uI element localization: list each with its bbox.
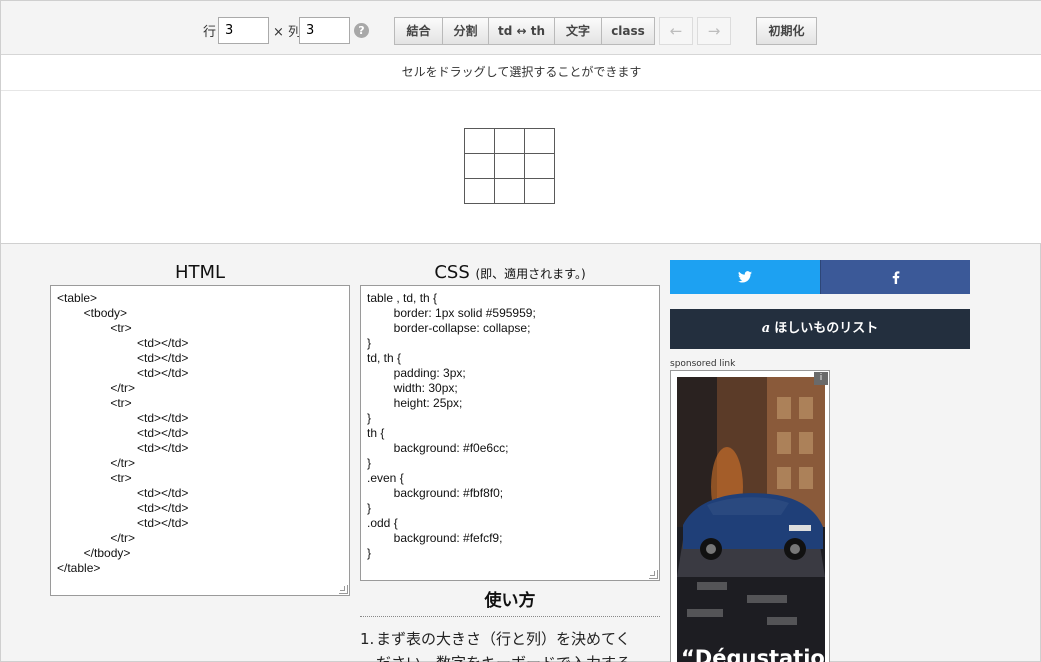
grid-row xyxy=(464,128,555,154)
code-line: </tr> xyxy=(57,531,136,545)
grid-row xyxy=(464,178,555,204)
rows-input[interactable] xyxy=(218,17,269,44)
code-line: <td></td> xyxy=(57,486,189,500)
code-line: border: 1px solid #595959; xyxy=(367,306,536,320)
grid-cell[interactable] xyxy=(524,128,555,154)
help-icon[interactable]: ? xyxy=(354,23,369,38)
code-line: table , td, th { xyxy=(367,291,438,305)
td-th-toggle-button[interactable]: td ↔ th xyxy=(488,17,555,45)
code-line: } xyxy=(367,411,372,425)
code-line: <table> xyxy=(57,291,98,305)
resize-grip-icon[interactable] xyxy=(649,570,658,579)
usage-item-continued: ださい。数字をキーボードで入力する xyxy=(360,651,660,662)
usage-divider xyxy=(360,616,660,617)
sponsored-label: sponsored link xyxy=(670,359,736,369)
code-line: <td></td> xyxy=(57,441,189,455)
text-button[interactable]: 文字 xyxy=(554,17,602,45)
code-line: <td></td> xyxy=(57,516,189,530)
cols-input[interactable] xyxy=(299,17,350,44)
ad-caption: “Dégustation xyxy=(681,646,825,662)
ad-image[interactable]: “Dégustation xyxy=(677,377,825,662)
resize-grip-icon[interactable] xyxy=(339,585,348,594)
code-line: background: #f0e6cc; xyxy=(367,441,509,455)
grid-cell[interactable] xyxy=(464,153,495,179)
code-line: <tr> xyxy=(57,396,132,410)
code-line: </tbody> xyxy=(57,546,131,560)
twitter-share-button[interactable] xyxy=(670,260,820,294)
grid-cell[interactable] xyxy=(524,178,555,204)
grid-cell[interactable] xyxy=(494,128,525,154)
code-line: <tr> xyxy=(57,321,132,335)
grid-cell[interactable] xyxy=(464,178,495,204)
code-line: <td></td> xyxy=(57,351,189,365)
html-code-lines: <table> <tbody> <tr> <td></td> <td></td>… xyxy=(57,291,343,576)
code-line: .even { xyxy=(367,471,404,485)
css-panel-title: CSS (即、適用されます。) xyxy=(360,262,660,283)
code-line: </table> xyxy=(57,561,101,575)
ad-artwork xyxy=(677,377,825,662)
css-title-text: CSS xyxy=(434,262,470,283)
merge-button[interactable]: 結合 xyxy=(394,17,443,45)
usage-heading: 使い方 xyxy=(484,591,536,611)
css-code-lines: table , td, th { border: 1px solid #5959… xyxy=(367,291,653,561)
wishlist-label: ほしいものリスト xyxy=(774,321,879,336)
grid-row xyxy=(464,153,555,179)
ad-info-icon[interactable]: i xyxy=(814,372,828,385)
amazon-icon: a xyxy=(761,321,771,336)
usage-item-line: まず表の大きさ（行と列）を決めてく xyxy=(376,630,631,648)
facebook-icon xyxy=(892,270,899,284)
code-line: } xyxy=(367,501,372,515)
grid-cell[interactable] xyxy=(494,153,525,179)
rows-label: 行 xyxy=(203,25,217,40)
code-line: <tr> xyxy=(57,471,132,485)
css-title-note: (即、適用されます。) xyxy=(475,267,586,281)
reset-button[interactable]: 初期化 xyxy=(756,17,817,45)
twitter-icon xyxy=(738,271,752,283)
code-line: <td></td> xyxy=(57,426,189,440)
html-code-textarea[interactable]: <table> <tbody> <tr> <td></td> <td></td>… xyxy=(50,285,350,596)
usage-item: 1. まず表の大きさ（行と列）を決めてく xyxy=(360,627,660,651)
grid-cell[interactable] xyxy=(524,153,555,179)
code-line: </tr> xyxy=(57,381,136,395)
usage-item-number: 1. xyxy=(360,630,375,648)
table-preview xyxy=(1,91,1041,244)
code-line: } xyxy=(367,456,372,470)
code-line: td, th { xyxy=(367,351,402,365)
facebook-share-button[interactable] xyxy=(820,260,970,294)
code-line: padding: 3px; xyxy=(367,366,466,380)
code-line: <td></td> xyxy=(57,411,189,425)
code-line: th { xyxy=(367,426,385,440)
usage-list: 1.まず表の大きさ（行と列）を決めてく ださい。数字をキーボードで入力する xyxy=(360,627,660,662)
code-line: <tbody> xyxy=(57,306,128,320)
html-panel-title: HTML xyxy=(174,262,226,283)
split-button[interactable]: 分割 xyxy=(442,17,489,45)
cols-label: × 列 xyxy=(273,25,302,40)
wishlist-button[interactable]: a ほしいものリスト xyxy=(670,309,970,349)
css-code-textarea[interactable]: table , td, th { border: 1px solid #5959… xyxy=(360,285,660,581)
code-line: } xyxy=(367,336,372,350)
code-line: <td></td> xyxy=(57,366,189,380)
code-line: </tr> xyxy=(57,456,136,470)
instruction-text: セルをドラッグして選択することができます xyxy=(1,55,1041,91)
class-button[interactable]: class xyxy=(601,17,655,45)
code-line: <td></td> xyxy=(57,336,189,350)
code-line: background: #fbf8f0; xyxy=(367,486,504,500)
grid-cell[interactable] xyxy=(464,128,495,154)
preview-grid[interactable] xyxy=(464,128,555,204)
code-line: } xyxy=(367,546,372,560)
undo-button[interactable]: ← xyxy=(659,17,693,45)
sponsored-ad[interactable]: “Dégustation i xyxy=(670,370,830,662)
toolbar: 行 × 列 ? 結合 分割 td ↔ th 文字 class ← → 初期化 xyxy=(1,1,1041,55)
code-line: background: #fefcf9; xyxy=(367,531,503,545)
redo-button[interactable]: → xyxy=(697,17,731,45)
code-line: .odd { xyxy=(367,516,398,530)
grid-cell[interactable] xyxy=(494,178,525,204)
code-line: width: 30px; xyxy=(367,381,458,395)
code-line: <td></td> xyxy=(57,501,189,515)
code-line: border-collapse: collapse; xyxy=(367,321,531,335)
code-line: height: 25px; xyxy=(367,396,463,410)
